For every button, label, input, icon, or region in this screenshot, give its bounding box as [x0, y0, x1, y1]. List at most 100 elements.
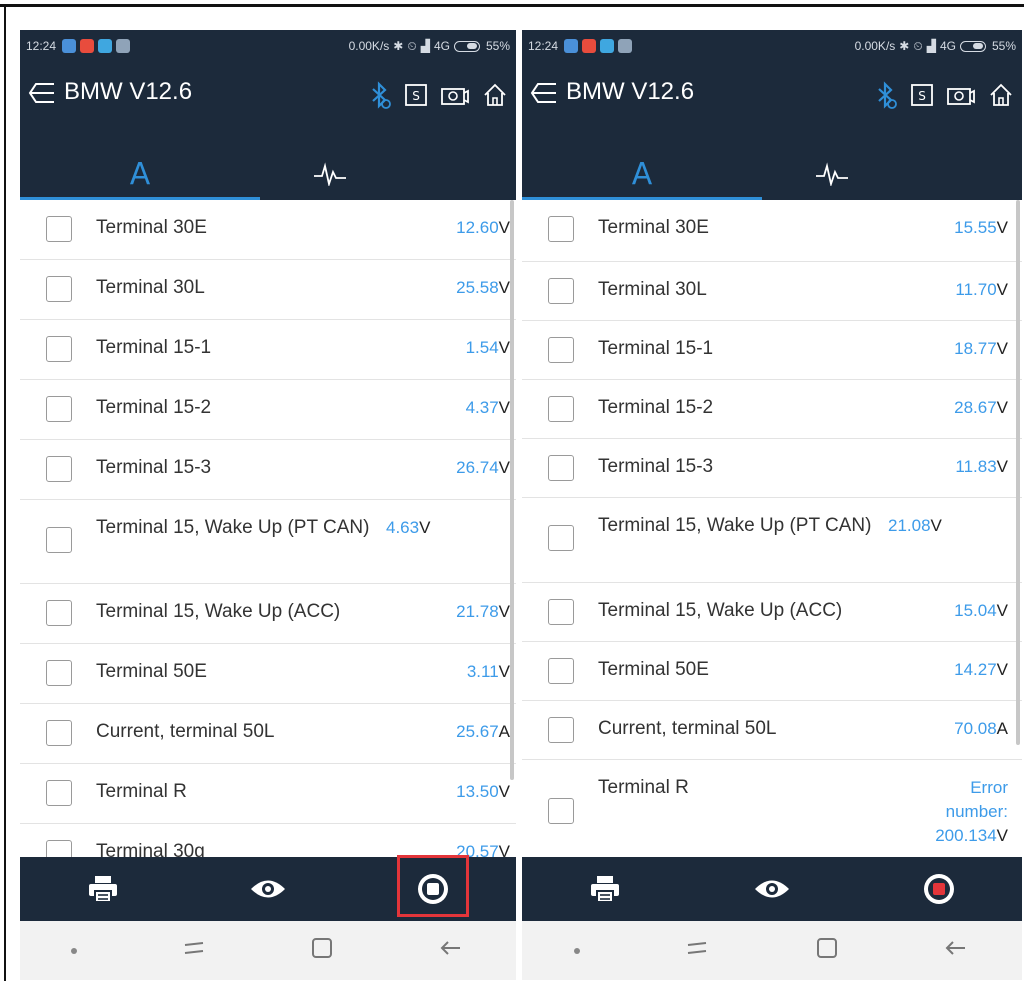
scrollbar[interactable] — [1016, 200, 1020, 745]
print-button[interactable] — [75, 861, 131, 917]
camera-icon[interactable] — [440, 82, 470, 113]
comparison-frame: 12:24 0.00K/s ✱ ⏲ ▟ 4G 55% BMW V12.6 S A… — [0, 0, 1024, 981]
row-checkbox[interactable] — [548, 278, 574, 304]
row-label: Terminal 15-3 — [598, 456, 714, 477]
notification-icon — [98, 39, 113, 53]
list-item[interactable]: Terminal 30E 15.55V — [522, 200, 1022, 262]
square-icon[interactable] — [309, 935, 335, 966]
notification-icon — [80, 39, 95, 53]
list-item[interactable]: Terminal 50E 14.27V — [522, 642, 1022, 701]
list-item[interactable]: Terminal 15, Wake Up (PT CAN) 21.08V — [522, 498, 1022, 583]
row-checkbox[interactable] — [46, 396, 72, 422]
dot-icon — [573, 942, 581, 960]
svg-text:S: S — [412, 89, 420, 103]
print-button[interactable] — [577, 861, 633, 917]
row-checkbox[interactable] — [548, 599, 574, 625]
row-label: Terminal 15, Wake Up (PT CAN) — [598, 515, 872, 536]
phone-screenshot-left: 12:24 0.00K/s ✱ ⏲ ▟ 4G 55% BMW V12.6 S A… — [20, 30, 516, 980]
square-icon[interactable] — [814, 935, 840, 966]
row-checkbox[interactable] — [548, 717, 574, 743]
row-label: Terminal 15-3 — [96, 457, 212, 478]
home-icon[interactable] — [988, 82, 1014, 113]
row-checkbox[interactable] — [46, 456, 72, 482]
row-checkbox[interactable] — [46, 527, 72, 553]
data-list[interactable]: Terminal 30E 12.60V Terminal 30L 25.58V … — [20, 200, 516, 857]
list-item[interactable]: Terminal R Error number: 200.134V — [522, 760, 1022, 857]
notification-icon — [62, 39, 77, 53]
bluetooth-icon[interactable] — [368, 80, 392, 115]
tab-values-label: A — [129, 156, 151, 192]
back-icon[interactable] — [26, 76, 60, 115]
row-checkbox[interactable] — [548, 396, 574, 422]
list-item[interactable]: Terminal 30L 11.70V — [522, 262, 1022, 321]
back-arrow-icon[interactable] — [436, 935, 466, 966]
row-checkbox[interactable] — [46, 840, 72, 857]
list-item[interactable]: Terminal 15-1 18.77V — [522, 321, 1022, 380]
tab-values[interactable]: A — [522, 148, 762, 200]
list-item[interactable]: Terminal 50E 3.11V — [20, 644, 516, 704]
bluetooth-status-icon: ✱ — [899, 39, 910, 53]
row-label: Terminal 15, Wake Up (ACC) — [96, 601, 341, 622]
list-item[interactable]: Terminal 15-1 1.54V — [20, 320, 516, 380]
highlight-box — [397, 855, 470, 917]
tab-values-label: A — [631, 156, 653, 192]
row-checkbox[interactable] — [46, 780, 72, 806]
list-item[interactable]: Terminal 15-2 4.37V — [20, 380, 516, 440]
scrollbar[interactable] — [510, 200, 514, 780]
list-item[interactable]: Terminal 15-3 11.83V — [522, 439, 1022, 498]
tab-values[interactable]: A — [20, 148, 260, 200]
row-checkbox[interactable] — [548, 337, 574, 363]
data-list[interactable]: Terminal 30E 15.55V Terminal 30L 11.70V … — [522, 200, 1022, 857]
menu-icon[interactable] — [179, 935, 209, 966]
row-label: Terminal 30L — [598, 279, 707, 300]
row-label: Terminal 30E — [96, 217, 207, 238]
list-item[interactable]: Terminal 15, Wake Up (ACC) 15.04V — [522, 583, 1022, 642]
list-item[interactable]: Terminal 30L 25.58V — [20, 260, 516, 320]
row-checkbox[interactable] — [46, 660, 72, 686]
list-item[interactable]: Terminal 30g 20.57V — [20, 824, 516, 857]
view-button[interactable] — [240, 861, 296, 917]
list-item[interactable]: Current, terminal 50L 70.08A — [522, 701, 1022, 760]
save-icon[interactable]: S — [910, 82, 934, 113]
list-item[interactable]: Terminal 15, Wake Up (ACC) 21.78V — [20, 584, 516, 644]
row-checkbox[interactable] — [548, 525, 574, 551]
stop-button[interactable] — [911, 861, 967, 917]
save-icon[interactable]: S — [404, 82, 428, 113]
printer-icon — [591, 876, 620, 903]
row-checkbox[interactable] — [46, 216, 72, 242]
row-value: 18.77V — [954, 339, 1008, 358]
back-arrow-icon[interactable] — [941, 935, 971, 966]
row-checkbox[interactable] — [548, 658, 574, 684]
row-checkbox[interactable] — [46, 336, 72, 362]
notification-icon — [618, 39, 633, 53]
list-item[interactable]: Current, terminal 50L 25.67A — [20, 704, 516, 764]
list-item[interactable]: Terminal 15-3 26.74V — [20, 440, 516, 500]
list-item[interactable]: Terminal 15-2 28.67V — [522, 380, 1022, 439]
camera-icon[interactable] — [946, 82, 976, 113]
row-checkbox[interactable] — [46, 600, 72, 626]
list-item[interactable]: Terminal 15, Wake Up (PT CAN) 4.63V — [20, 500, 516, 584]
bottom-toolbar — [522, 857, 1022, 921]
stop-button[interactable] — [397, 855, 470, 917]
row-checkbox[interactable] — [46, 720, 72, 746]
phone-screenshot-right: 12:24 0.00K/s ✱ ⏲ ▟ 4G 55% BMW V12.6 S A… — [522, 30, 1022, 980]
row-label: Current, terminal 50L — [598, 718, 777, 739]
row-label: Terminal 30E — [598, 217, 709, 238]
list-item[interactable]: Terminal R 13.50V — [20, 764, 516, 824]
row-checkbox[interactable] — [548, 216, 574, 242]
home-icon[interactable] — [482, 82, 508, 113]
view-button[interactable] — [744, 861, 800, 917]
row-checkbox[interactable] — [46, 276, 72, 302]
list-item[interactable]: Terminal 30E 12.60V — [20, 200, 516, 260]
tab-graph[interactable] — [260, 148, 400, 200]
row-checkbox[interactable] — [548, 455, 574, 481]
bluetooth-icon[interactable] — [874, 80, 898, 115]
status-bar: 12:24 0.00K/s ✱ ⏲ ▟ 4G 55% — [522, 30, 1022, 62]
tab-graph[interactable] — [762, 148, 902, 200]
back-icon[interactable] — [528, 76, 562, 115]
row-checkbox[interactable] — [548, 798, 574, 824]
tab-bar: A — [522, 148, 1022, 200]
row-label: Terminal 50E — [96, 661, 207, 682]
menu-icon[interactable] — [682, 935, 712, 966]
row-value: 15.04V — [954, 601, 1008, 620]
